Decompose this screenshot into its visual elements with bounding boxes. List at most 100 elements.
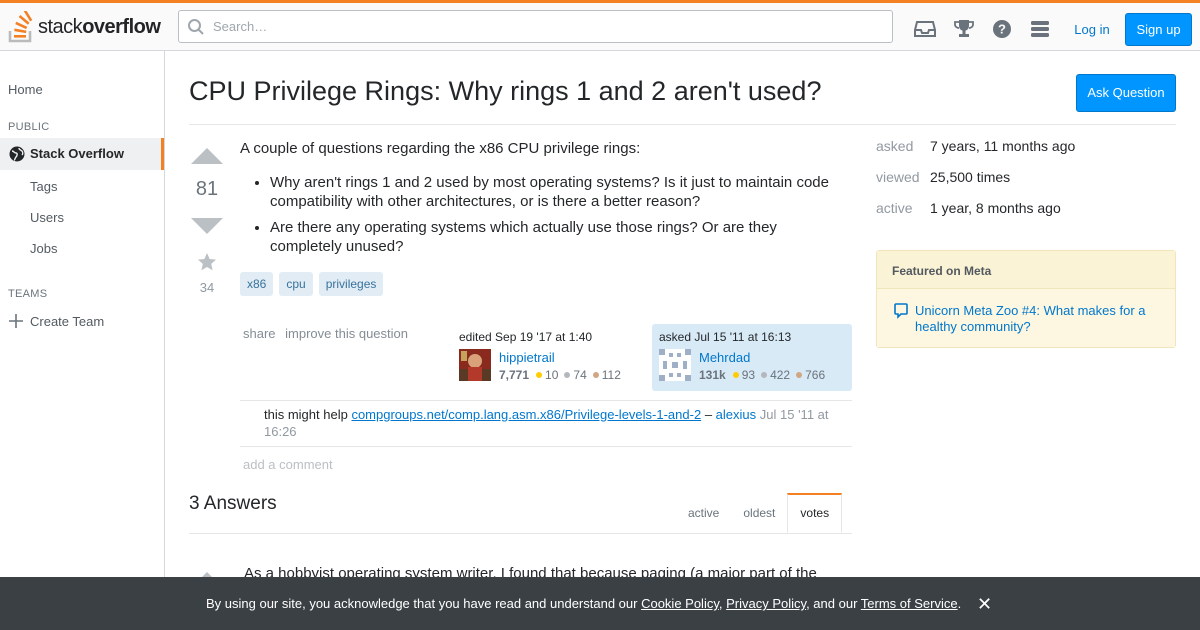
question-bullet: Are there any operating systems which ac… bbox=[270, 218, 850, 257]
nav-tags[interactable]: Tags bbox=[30, 179, 57, 194]
cookie-period: . bbox=[957, 596, 962, 611]
asked-timestamp: asked Jul 15 '11 at 16:13 bbox=[659, 330, 792, 344]
nav-users[interactable]: Users bbox=[30, 210, 64, 225]
featured-meta-heading: Featured on Meta bbox=[877, 251, 1175, 289]
question-body: A couple of questions regarding the x86 … bbox=[240, 139, 850, 263]
silver-badge-icon bbox=[564, 372, 571, 378]
comment-dash: – bbox=[704, 407, 713, 422]
comment-text: this might help bbox=[264, 407, 348, 422]
privacy-policy-link[interactable]: Privacy Policy bbox=[726, 596, 806, 611]
comment-divider bbox=[240, 446, 852, 447]
left-sidebar: Home PUBLIC Stack Overflow Tags Users Jo… bbox=[0, 51, 165, 630]
site-switcher-icon[interactable] bbox=[1029, 19, 1051, 39]
login-button[interactable]: Log in bbox=[1066, 13, 1118, 46]
nav-stack-overflow-label: Stack Overflow bbox=[30, 146, 124, 161]
tag-privileges[interactable]: privileges bbox=[318, 272, 384, 296]
editor-bronze-count: 112 bbox=[601, 368, 621, 382]
create-team-label: Create Team bbox=[30, 313, 105, 329]
post-menu: share improve this question bbox=[243, 326, 414, 341]
tag-list: x86 cpu privileges bbox=[240, 272, 384, 296]
owner-bronze-count: 766 bbox=[805, 368, 826, 382]
nav-jobs[interactable]: Jobs bbox=[30, 241, 57, 256]
cookie-policy-link[interactable]: Cookie Policy bbox=[641, 596, 719, 611]
improve-question-link[interactable]: improve this question bbox=[285, 326, 414, 341]
create-team-link[interactable]: Create Team bbox=[8, 313, 104, 329]
gold-badge-icon bbox=[732, 372, 739, 378]
gold-badge-icon bbox=[536, 372, 543, 378]
favorite-star-icon[interactable] bbox=[189, 252, 225, 272]
vote-count: 81 bbox=[195, 178, 219, 200]
tab-active[interactable]: active bbox=[676, 493, 731, 533]
answers-heading: 3 Answers bbox=[189, 493, 277, 514]
cookie-and-our: , and our bbox=[806, 596, 858, 611]
active-label: active bbox=[876, 200, 913, 216]
trophy-icon[interactable] bbox=[953, 19, 975, 39]
owner-rep-score: 131k bbox=[699, 368, 726, 382]
editor-avatar[interactable] bbox=[459, 349, 491, 381]
featured-meta-box: Featured on Meta Unicorn Meta Zoo #4: Wh… bbox=[876, 250, 1176, 348]
answer-sort-tabs: active oldest votes bbox=[676, 493, 843, 533]
cookie-prefix: By using our site, you acknowledge that … bbox=[206, 596, 638, 611]
share-link[interactable]: share bbox=[243, 326, 282, 341]
plus-icon bbox=[9, 314, 23, 328]
tag-cpu[interactable]: cpu bbox=[279, 272, 313, 296]
owner-name[interactable]: Mehrdad bbox=[699, 350, 750, 365]
editor-silver-count: 74 bbox=[573, 368, 587, 382]
editor-rep-score: 7,771 bbox=[499, 368, 530, 382]
nav-home[interactable]: Home bbox=[8, 82, 43, 97]
speech-bubble-icon bbox=[894, 303, 908, 319]
title-divider bbox=[189, 124, 1176, 125]
nav-teams-heading: TEAMS bbox=[8, 288, 48, 300]
favorite-count: 34 bbox=[199, 280, 215, 295]
cookie-banner-text: By using our site, you acknowledge that … bbox=[206, 596, 961, 611]
owner-gold-count: 93 bbox=[741, 368, 756, 382]
tab-oldest[interactable]: oldest bbox=[731, 493, 787, 533]
terms-of-service-link[interactable]: Terms of Service bbox=[861, 596, 958, 611]
upvote-icon[interactable] bbox=[189, 146, 225, 166]
viewed-value: 25,500 times bbox=[930, 169, 1011, 185]
featured-meta-body: Unicorn Meta Zoo #4: What makes for a he… bbox=[877, 289, 1175, 347]
tab-votes[interactable]: votes bbox=[787, 493, 843, 533]
search-box bbox=[178, 10, 893, 43]
inbox-icon[interactable] bbox=[914, 19, 936, 39]
answers-divider bbox=[189, 533, 852, 534]
tag-x86[interactable]: x86 bbox=[240, 272, 274, 296]
ask-question-button[interactable]: Ask Question bbox=[1076, 74, 1176, 112]
edited-timestamp[interactable]: edited Sep 19 '17 at 1:40 bbox=[459, 330, 592, 344]
bronze-badge-icon bbox=[592, 372, 599, 378]
comment-divider bbox=[240, 400, 852, 401]
viewed-label: viewed bbox=[876, 169, 920, 185]
svg-text:?: ? bbox=[998, 22, 1006, 37]
active-value[interactable]: 1 year, 8 months ago bbox=[930, 200, 1061, 216]
improve-label: improve this question bbox=[285, 326, 408, 341]
cookie-comma: , bbox=[718, 596, 723, 611]
editor-name[interactable]: hippietrail bbox=[499, 350, 555, 365]
close-icon[interactable]: ✕ bbox=[977, 594, 992, 615]
logo-text-light: stack bbox=[38, 15, 83, 38]
top-bar: stackoverflow ? Log in Sign up bbox=[0, 0, 1200, 51]
stack-overflow-logo-icon bbox=[8, 11, 33, 43]
comment-user[interactable]: alexius bbox=[716, 407, 756, 422]
owner-silver-count: 422 bbox=[770, 368, 791, 382]
question-title[interactable]: CPU Privilege Rings: Why rings 1 and 2 a… bbox=[189, 74, 821, 109]
comment-link[interactable]: compgroups.net/comp.lang.asm.x86/Privile… bbox=[351, 407, 701, 422]
downvote-icon[interactable] bbox=[189, 216, 225, 236]
nav-public-heading: PUBLIC bbox=[8, 121, 50, 133]
site-logo[interactable]: stackoverflow bbox=[8, 10, 161, 44]
asked-label: asked bbox=[876, 138, 914, 154]
share-label: share bbox=[243, 326, 276, 341]
owner-avatar[interactable] bbox=[659, 349, 691, 381]
editor-reputation: 7,771 10 74 112 bbox=[499, 368, 621, 382]
add-comment-link[interactable]: add a comment bbox=[243, 457, 333, 472]
logo-text: stackoverflow bbox=[38, 15, 161, 39]
question-bullet-list: Why aren't rings 1 and 2 used by most op… bbox=[240, 173, 850, 257]
featured-meta-link[interactable]: Unicorn Meta Zoo #4: What makes for a he… bbox=[915, 303, 1160, 335]
editor-gold-count: 10 bbox=[545, 368, 559, 382]
search-input[interactable] bbox=[211, 11, 881, 42]
nav-stack-overflow[interactable]: Stack Overflow bbox=[0, 138, 164, 170]
question-intro: A couple of questions regarding the x86 … bbox=[240, 140, 641, 157]
signup-button[interactable]: Sign up bbox=[1125, 13, 1192, 46]
help-icon[interactable]: ? bbox=[991, 19, 1013, 39]
logo-text-bold: overflow bbox=[82, 15, 161, 38]
question-bullet: Why aren't rings 1 and 2 used by most op… bbox=[270, 173, 850, 212]
